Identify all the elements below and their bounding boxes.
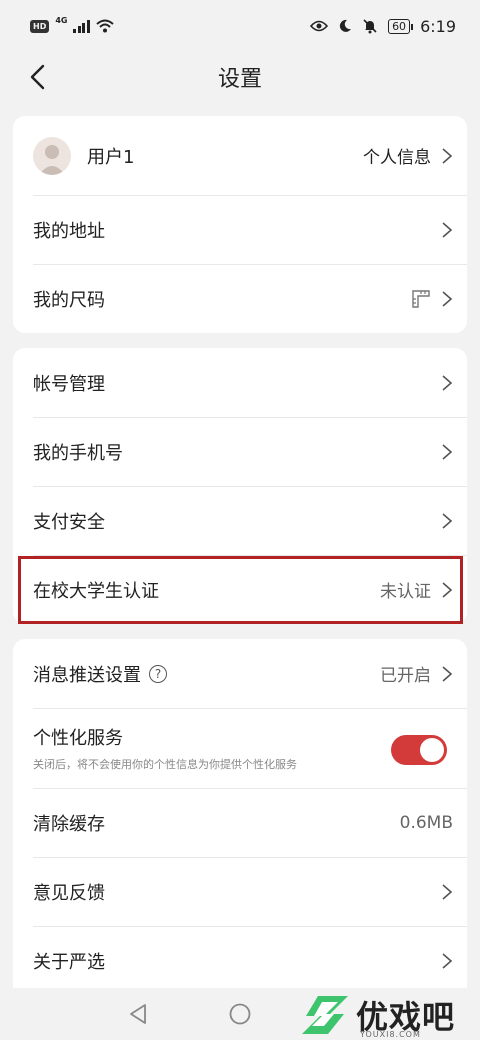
row-phone-label: 我的手机号 (33, 442, 123, 464)
row-student-label: 在校大学生认证 (33, 580, 159, 602)
chevron-right-icon (442, 883, 453, 900)
row-about-label: 关于严选 (33, 951, 105, 973)
hd-badge: HD (30, 19, 50, 33)
chevron-right-icon (442, 147, 453, 164)
row-payment[interactable]: 支付安全 (13, 486, 467, 555)
row-account-label: 帐号管理 (33, 373, 105, 395)
watermark-logo-icon (302, 996, 348, 1034)
back-button[interactable] (22, 62, 52, 92)
mute-bell-icon (363, 19, 377, 34)
profile-link[interactable]: 个人信息 (363, 143, 453, 168)
row-feedback[interactable]: 意见反馈 (13, 857, 467, 926)
toggle-knob (420, 738, 444, 762)
avatar (33, 136, 71, 175)
chevron-right-icon (442, 665, 453, 682)
cache-size: 0.6MB (399, 812, 453, 833)
chevron-right-icon (442, 290, 453, 307)
triangle-back-icon (130, 1004, 146, 1024)
help-icon[interactable]: ? (149, 664, 167, 683)
row-push[interactable]: 消息推送设置 ? 已开启 (13, 639, 467, 708)
network-type: 4G (55, 15, 68, 25)
moon-icon (339, 19, 352, 32)
circle-home-icon (229, 1003, 251, 1025)
eye-icon (310, 20, 329, 32)
status-right: 60 6:19 (310, 17, 456, 36)
wifi-icon (96, 19, 114, 33)
chevron-right-icon (442, 581, 453, 598)
profile-name: 用户1 (87, 146, 135, 168)
row-address-label: 我的地址 (33, 220, 105, 242)
row-size-label: 我的尺码 (33, 289, 105, 311)
row-student[interactable]: 在校大学生认证 未认证 (13, 555, 467, 624)
status-bar: HD 4G 60 6:19 (0, 0, 480, 52)
row-cache[interactable]: 清除缓存 0.6MB (13, 788, 467, 857)
signal-icon (73, 19, 90, 33)
watermark: 优戏吧 YOUXI8.COM (300, 992, 455, 1039)
row-push-label: 消息推送设置 (33, 664, 141, 686)
sys-back-button[interactable] (126, 1002, 150, 1026)
nav-bar: 设置 (0, 52, 480, 102)
ruler-icon (412, 289, 430, 308)
battery-level: 60 (388, 18, 414, 34)
chevron-right-icon (442, 952, 453, 969)
page-title: 设置 (217, 67, 262, 92)
chevron-right-icon (442, 443, 453, 460)
row-feedback-label: 意见反馈 (33, 882, 105, 904)
row-address[interactable]: 我的地址 (13, 195, 467, 264)
row-size[interactable]: 我的尺码 (13, 264, 467, 333)
row-personal-desc: 关闭后，将不会使用你的个性信息为你提供个性化服务 (33, 758, 297, 771)
back-arrow-icon (30, 64, 45, 90)
row-about[interactable]: 关于严选 (13, 926, 467, 988)
sys-home-button[interactable] (228, 1002, 252, 1026)
push-status: 已开启 (380, 666, 431, 686)
row-account[interactable]: 帐号管理 (13, 348, 467, 417)
chevron-right-icon (442, 512, 453, 529)
chevron-right-icon (442, 374, 453, 391)
profile-link-label: 个人信息 (363, 148, 431, 168)
row-personal-label: 个性化服务 (33, 728, 123, 749)
row-payment-label: 支付安全 (33, 511, 105, 533)
card-misc: 消息推送设置 ? 已开启 个性化服务 关闭后，将不会使用你的个性信息为你提供个性… (13, 639, 467, 988)
student-status: 未认证 (380, 582, 431, 602)
row-phone[interactable]: 我的手机号 (13, 417, 467, 486)
card-profile: 用户1 个人信息 我的地址 我的尺码 (13, 116, 467, 333)
status-left: HD 4G (30, 15, 114, 33)
chevron-right-icon (442, 221, 453, 238)
card-account: 帐号管理 我的手机号 支付安全 在校大学生认证 未认证 (13, 348, 467, 624)
row-cache-label: 清除缓存 (33, 813, 105, 835)
personal-toggle[interactable] (391, 735, 447, 765)
watermark-url: YOUXI8.COM (360, 1030, 421, 1039)
profile-row[interactable]: 用户1 个人信息 (13, 116, 467, 195)
row-personal: 个性化服务 关闭后，将不会使用你的个性信息为你提供个性化服务 (13, 708, 467, 788)
clock: 6:19 (420, 16, 456, 36)
